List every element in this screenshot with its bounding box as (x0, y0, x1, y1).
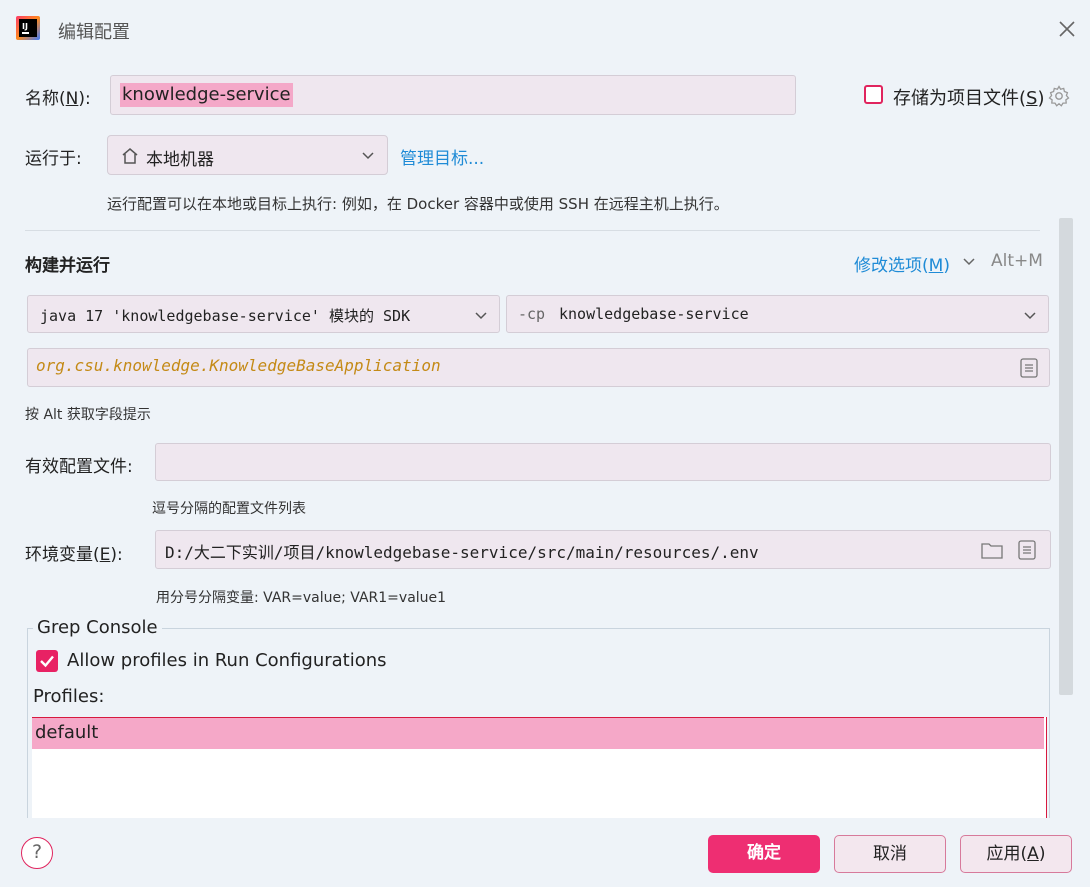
sdk-select[interactable]: java 17 'knowledgebase-service' 模块的 SDK (27, 295, 500, 333)
name-label: 名称(N): (25, 89, 91, 109)
chevron-down-icon (1023, 308, 1037, 328)
active-profiles-label: 有效配置文件: (25, 457, 133, 477)
cp-prefix: -cp (518, 305, 546, 323)
close-icon[interactable] (1054, 16, 1080, 42)
chevron-down-icon (360, 148, 376, 169)
alt-hint: 按 Alt 获取字段提示 (25, 407, 151, 423)
profiles-list[interactable]: default (32, 717, 1047, 827)
chevron-down-icon (474, 308, 488, 328)
env-vars-value: D:/大二下实训/项目/knowledgebase-service/src/ma… (165, 543, 759, 562)
active-profiles-hint: 逗号分隔的配置文件列表 (152, 501, 306, 517)
run-on-hint: 运行配置可以在本地或目标上执行: 例如，在 Docker 容器中或使用 SSH … (107, 195, 729, 213)
modify-options-shortcut: Alt+M (991, 251, 1043, 271)
profile-name: default (35, 722, 99, 743)
title-bar (0, 0, 1090, 58)
grep-console-legend: Grep Console (33, 617, 162, 638)
store-as-project-file-checkbox[interactable] (864, 85, 883, 104)
ok-button[interactable]: 确定 (708, 835, 820, 873)
divider (25, 230, 1040, 231)
main-class-value: org.csu.knowledge.KnowledgeBaseApplicati… (36, 356, 441, 375)
run-on-value: 本地机器 (146, 150, 214, 170)
folder-icon[interactable] (981, 540, 1003, 565)
modify-options-link[interactable]: 修改选项(M) (854, 251, 950, 276)
window-title: 编辑配置 (58, 22, 130, 43)
name-input[interactable]: knowledge-service (110, 75, 796, 115)
env-vars-label: 环境变量(E): (25, 545, 123, 565)
env-vars-hint: 用分号分隔变量: VAR=value; VAR1=value1 (156, 590, 447, 606)
name-value: knowledge-service (120, 83, 293, 107)
manage-targets-link[interactable]: 管理目标... (400, 144, 484, 169)
allow-profiles-checkbox[interactable] (36, 650, 58, 672)
document-icon[interactable] (1020, 358, 1038, 383)
gear-icon[interactable] (1047, 84, 1071, 108)
chevron-down-icon[interactable] (962, 254, 976, 274)
run-on-select[interactable]: 本地机器 (107, 135, 388, 175)
svg-text:IJ: IJ (22, 22, 28, 31)
build-and-run-title: 构建并运行 (25, 256, 110, 276)
cp-value: knowledgebase-service (559, 305, 749, 323)
help-button[interactable]: ? (21, 837, 53, 869)
intellij-idea-icon: IJ (16, 16, 40, 40)
classpath-select[interactable]: -cp knowledgebase-service (506, 295, 1049, 333)
home-icon (120, 146, 140, 171)
profiles-label: Profiles: (33, 686, 105, 707)
cancel-button[interactable]: 取消 (834, 835, 946, 873)
scrollbar-thumb[interactable] (1059, 218, 1073, 695)
check-icon (40, 655, 54, 668)
document-icon[interactable] (1018, 540, 1036, 565)
env-vars-input[interactable]: D:/大二下实训/项目/knowledgebase-service/src/ma… (155, 530, 1051, 569)
sdk-value: java 17 'knowledgebase-service' 模块的 SDK (40, 307, 411, 325)
list-item[interactable]: default (32, 717, 1044, 749)
apply-button[interactable]: 应用(A) (960, 835, 1072, 873)
allow-profiles-label[interactable]: Allow profiles in Run Configurations (67, 650, 387, 671)
main-class-input[interactable]: org.csu.knowledge.KnowledgeBaseApplicati… (27, 348, 1050, 387)
run-on-label: 运行于: (25, 149, 82, 169)
store-as-project-file-label[interactable]: 存储为项目文件(S) (893, 84, 1045, 110)
active-profiles-input[interactable] (155, 443, 1051, 481)
